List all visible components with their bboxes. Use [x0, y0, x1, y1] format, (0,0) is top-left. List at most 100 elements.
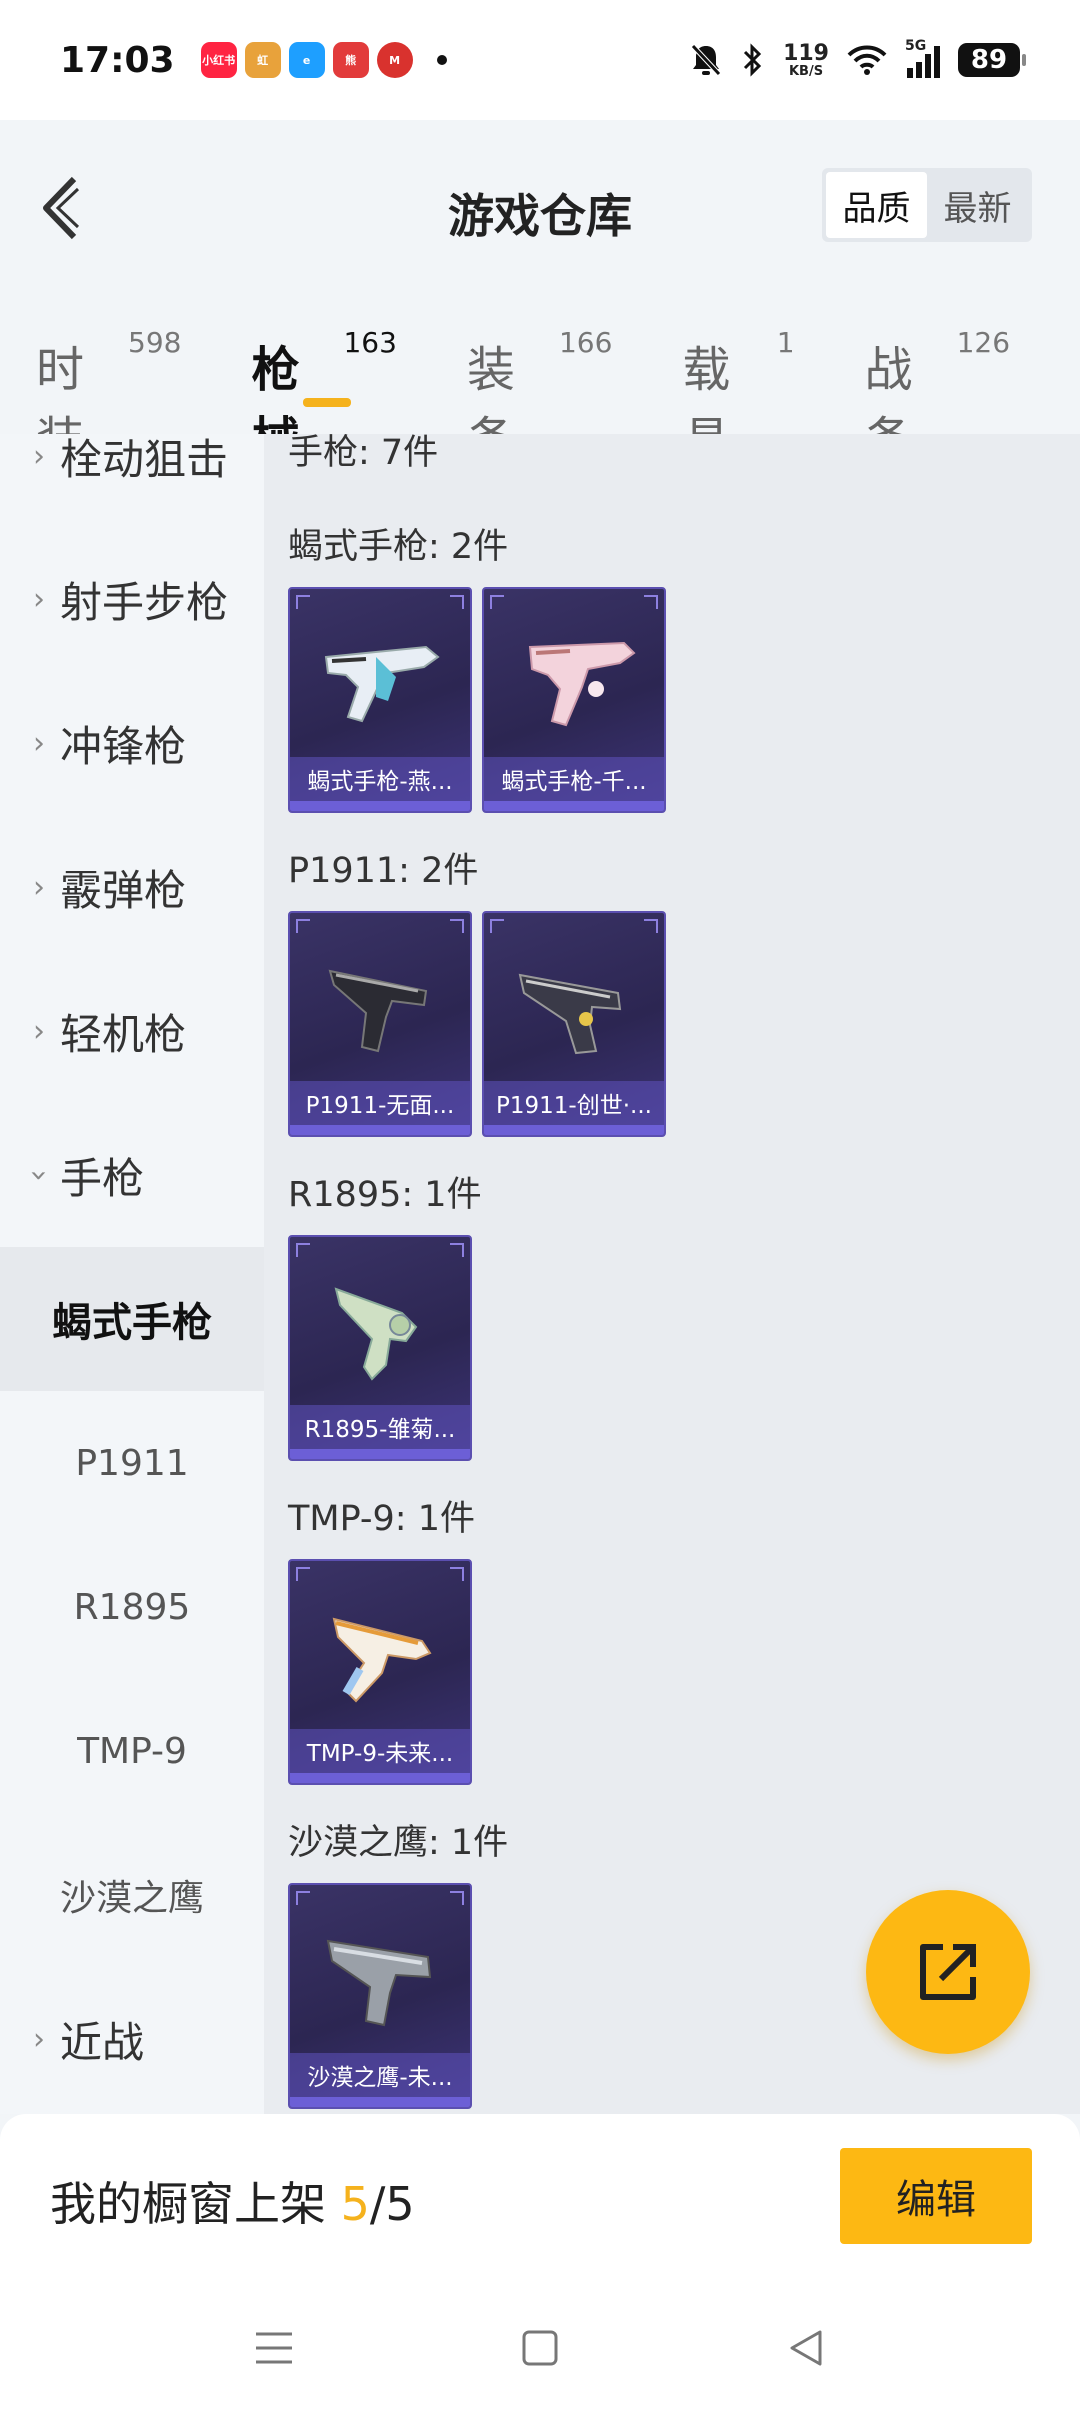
sidebar-item-label: 霰弹枪	[60, 865, 187, 915]
showcase-current-count: 5	[340, 2177, 370, 2231]
weapon-image	[518, 973, 622, 1055]
wifi-icon	[847, 45, 887, 75]
chevron-down-icon: ›	[21, 1169, 57, 1181]
menu-icon	[256, 2332, 292, 2364]
chevron-right-icon: ›	[33, 581, 45, 617]
item-card-label: P1911-无面...	[290, 1081, 470, 1125]
weapon-image	[326, 1939, 432, 2027]
more-notifications-dot	[436, 55, 447, 65]
showcase-status: 我的橱窗上架 5/5	[50, 2168, 415, 2234]
sidebar-item-bolt-sniper[interactable]: › 栓动狙击	[0, 434, 264, 528]
card-corner	[644, 919, 658, 933]
card-corner	[296, 1891, 310, 1905]
card-corner	[644, 595, 658, 609]
item-grid: 手枪: 7件 蝎式手枪: 2件 蝎式手枪-燕... 蝎式手枪-千... P191…	[264, 434, 1080, 2114]
menu-nav-button[interactable]	[244, 2318, 304, 2378]
sidebar-item-label: 手枪	[60, 1153, 145, 1203]
weapon-image	[528, 641, 636, 727]
card-corner	[450, 595, 464, 609]
card-rarity-bar	[484, 1125, 664, 1135]
item-card[interactable]: P1911-无面...	[288, 911, 472, 1137]
group-title: 沙漠之鹰: 1件	[288, 1823, 509, 1863]
weapon-image	[324, 645, 440, 723]
signal-bar-3	[925, 54, 931, 78]
status-time: 17:03	[60, 39, 175, 81]
sidebar-item-lmg[interactable]: › 轻机枪	[0, 959, 264, 1103]
app-icon-5: M	[376, 42, 413, 78]
sidebar-item-marksman-rifle[interactable]: › 射手步枪	[0, 527, 264, 671]
sidebar-subitem-p1911[interactable]: P1911	[0, 1391, 264, 1535]
sort-by-quality-button[interactable]: 品质	[826, 172, 927, 238]
tab-count: 126	[956, 326, 1011, 359]
chevron-right-icon: ›	[33, 869, 45, 905]
item-card-label: TMP-9-未来...	[290, 1729, 470, 1773]
home-nav-button[interactable]	[510, 2318, 570, 2378]
group-title: R1895: 1件	[288, 1175, 482, 1215]
item-card[interactable]: 蝎式手枪-千...	[482, 587, 666, 813]
sidebar-item-label: 栓动狙击	[60, 434, 229, 484]
weapon-image	[332, 1617, 432, 1703]
header: 游戏仓库 品质 最新	[0, 120, 1080, 290]
share-icon	[920, 1944, 976, 2000]
card-rarity-bar	[290, 801, 470, 811]
system-navigation-bar	[0, 2284, 1080, 2412]
tab-count: 598	[128, 326, 182, 359]
status-bar: 17:03 小红书 虹 e 熊 M 119 KB/S 5G 89	[0, 0, 1080, 120]
signal-bar-4	[934, 46, 940, 78]
active-tab-indicator	[303, 398, 352, 407]
chevron-right-icon: ›	[33, 438, 45, 474]
item-card[interactable]: P1911-创世·...	[482, 911, 666, 1137]
card-corner	[450, 919, 464, 933]
sidebar: › 栓动狙击 › 射手步枪 › 冲锋枪 › 霰弹枪 › 轻机枪 › 手枪 蝎式手…	[0, 434, 264, 2114]
item-card-label: 蝎式手枪-千...	[484, 757, 664, 801]
edit-button[interactable]: 编辑	[840, 2148, 1032, 2244]
sidebar-item-smg[interactable]: › 冲锋枪	[0, 671, 264, 815]
card-corner	[490, 595, 504, 609]
item-card-label: R1895-雏菊...	[290, 1405, 470, 1449]
xiaohongshu-icon: 小红书	[200, 42, 237, 78]
back-nav-button[interactable]	[776, 2318, 836, 2378]
card-rarity-bar	[290, 1125, 470, 1135]
sort-toggle: 品质 最新	[822, 168, 1032, 242]
network-type: 5G	[905, 38, 927, 54]
group-title: P1911: 2件	[288, 851, 479, 891]
item-card[interactable]: TMP-9-未来...	[288, 1559, 472, 1785]
sidebar-subitem-desert-eagle[interactable]: 沙漠之鹰	[0, 1823, 264, 1967]
item-card[interactable]: 沙漠之鹰-未...	[288, 1883, 472, 2109]
share-button[interactable]	[866, 1890, 1030, 2054]
sort-by-newest-button[interactable]: 最新	[927, 172, 1028, 238]
item-card[interactable]: R1895-雏菊...	[288, 1235, 472, 1461]
sidebar-item-pistol[interactable]: › 手枪	[0, 1103, 264, 1247]
card-rarity-bar	[290, 2097, 470, 2107]
status-right: 119 KB/S 5G 89	[689, 38, 1026, 79]
card-rarity-bar	[290, 1773, 470, 1783]
card-corner	[450, 1243, 464, 1257]
sidebar-subitem-scorpion[interactable]: 蝎式手枪	[0, 1247, 264, 1391]
group-title: 手枪: 7件	[288, 434, 439, 473]
sidebar-item-shotgun[interactable]: › 霰弹枪	[0, 815, 264, 959]
app-root: 17:03 小红书 虹 e 熊 M 119 KB/S 5G 89 游戏仓库 品质…	[0, 0, 1080, 2412]
sidebar-item-melee[interactable]: › 近战	[0, 1967, 264, 2111]
showcase-label: 我的橱窗上架	[50, 2177, 341, 2231]
card-corner	[296, 1567, 310, 1581]
battery-level: 89	[970, 45, 1008, 75]
card-rarity-bar	[484, 801, 664, 811]
network-speed-unit: KB/S	[788, 63, 824, 79]
app-icon-2: 虹	[244, 42, 281, 78]
item-card[interactable]: 蝎式手枪-燕...	[288, 587, 472, 813]
chevron-right-icon: ›	[33, 1013, 45, 1049]
card-corner	[296, 595, 310, 609]
signal-bar-2	[916, 62, 922, 78]
chevron-right-icon: ›	[33, 2021, 45, 2057]
showcase-bar: 我的橱窗上架 5/5 编辑	[0, 2114, 1080, 2284]
sidebar-item-label: 冲锋枪	[60, 721, 187, 771]
item-card-label: 蝎式手枪-燕...	[290, 757, 470, 801]
mute-bell-icon	[691, 44, 721, 76]
sidebar-subitem-tmp9[interactable]: TMP-9	[0, 1679, 264, 1823]
showcase-total-count: /5	[369, 2177, 415, 2231]
group-title: TMP-9: 1件	[288, 1499, 475, 1539]
card-corner	[450, 1567, 464, 1581]
weapon-image	[328, 969, 428, 1053]
sidebar-subitem-r1895[interactable]: R1895	[0, 1535, 264, 1679]
card-corner	[296, 919, 310, 933]
